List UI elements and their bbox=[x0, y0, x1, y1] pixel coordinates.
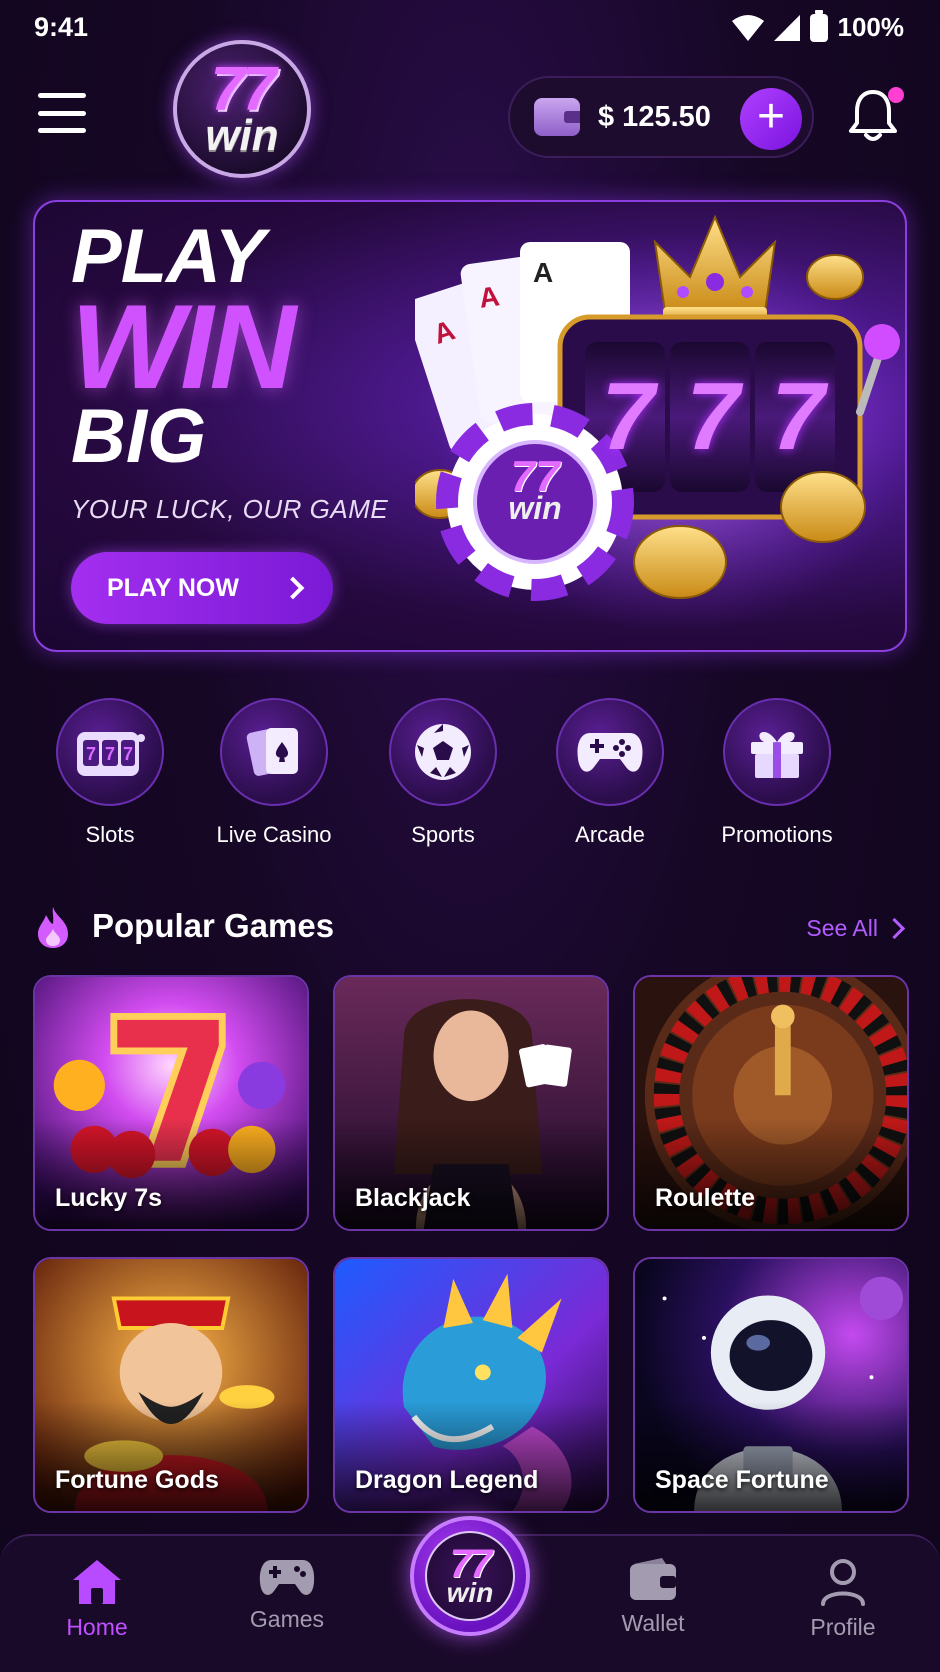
svg-text:7: 7 bbox=[86, 744, 96, 764]
section-title: Popular Games bbox=[92, 907, 335, 944]
reel-digit: 7 bbox=[771, 363, 825, 470]
wallet-icon bbox=[630, 1558, 676, 1600]
logo-word: win bbox=[205, 110, 279, 160]
status-time: 9:41 bbox=[34, 12, 89, 42]
nav-wallet[interactable]: Wallet bbox=[583, 1558, 723, 1637]
category-label: Promotions bbox=[721, 822, 833, 847]
chevron-right-icon bbox=[281, 576, 305, 600]
popular-games-header: Popular Games See All bbox=[34, 903, 906, 953]
game-title: Roulette bbox=[655, 1184, 755, 1212]
play-now-button[interactable]: PLAY NOW bbox=[71, 552, 333, 624]
game-title: Lucky 7s bbox=[55, 1184, 163, 1212]
hero-banner[interactable]: A A A 7 7 7 77 win PLAY WIN BIG YOUR LUC… bbox=[33, 200, 907, 652]
category-row: 7 7 7 Slots Live Casino Sports Arcade Pr… bbox=[0, 698, 940, 848]
game-card-dragon-legend[interactable]: Dragon Legend bbox=[333, 1257, 609, 1513]
game-card-fortune-gods[interactable]: Fortune Gods bbox=[33, 1257, 309, 1513]
game-card-space-fortune[interactable]: Space Fortune bbox=[633, 1257, 909, 1513]
nav-label: Home bbox=[66, 1614, 128, 1640]
nav-games[interactable]: Games bbox=[217, 1558, 357, 1633]
status-bar: 9:41 100% bbox=[0, 0, 940, 56]
add-funds-button[interactable]: + bbox=[740, 88, 802, 150]
game-card-lucky-7s[interactable]: Lucky 7s bbox=[33, 975, 309, 1231]
reel-digit: 7 bbox=[686, 363, 740, 470]
game-title: Blackjack bbox=[355, 1184, 471, 1212]
category-label: Arcade bbox=[575, 822, 645, 847]
hero-line-win: WIN bbox=[71, 279, 296, 414]
game-title: Fortune Gods bbox=[55, 1466, 219, 1494]
app-logo[interactable]: 77 win bbox=[173, 40, 311, 178]
balance-pill[interactable]: $ 125.50 + bbox=[508, 76, 814, 158]
nav-label: Profile bbox=[810, 1614, 876, 1640]
coin-art bbox=[806, 254, 864, 300]
playing-cards-icon bbox=[220, 698, 328, 806]
gift-icon bbox=[723, 698, 831, 806]
play-now-label: PLAY NOW bbox=[107, 573, 239, 602]
menu-icon-bar bbox=[38, 110, 86, 116]
nav-profile[interactable]: Profile bbox=[773, 1558, 913, 1641]
notification-dot bbox=[888, 87, 904, 103]
hero-headline: PLAY WIN BIG bbox=[71, 219, 296, 475]
game-title: Space Fortune bbox=[655, 1466, 829, 1494]
nav-home[interactable]: Home bbox=[27, 1558, 167, 1641]
category-live-casino[interactable]: Live Casino bbox=[194, 698, 354, 848]
reel-digit: 7 bbox=[601, 363, 655, 470]
svg-text:A: A bbox=[533, 257, 553, 288]
profile-icon bbox=[821, 1559, 865, 1606]
category-slots[interactable]: 7 7 7 Slots bbox=[30, 698, 190, 848]
category-label: Slots bbox=[85, 822, 135, 847]
category-promotions[interactable]: Promotions bbox=[697, 698, 857, 848]
menu-icon-bar bbox=[38, 93, 86, 98]
category-label: Sports bbox=[411, 822, 475, 847]
see-all-link[interactable]: See All bbox=[806, 915, 906, 942]
chip-logo-word: win bbox=[508, 490, 562, 527]
coin-art bbox=[780, 471, 866, 543]
soccer-ball-icon bbox=[389, 698, 497, 806]
menu-button[interactable] bbox=[38, 93, 86, 133]
hero-tagline: YOUR LUCK, OUR GAME bbox=[71, 494, 389, 524]
svg-text:A: A bbox=[477, 280, 501, 314]
gamepad-icon bbox=[259, 1560, 315, 1595]
category-arcade[interactable]: Arcade bbox=[530, 698, 690, 848]
game-card-roulette[interactable]: Roulette bbox=[633, 975, 909, 1231]
wallet-icon bbox=[534, 98, 580, 136]
fire-icon bbox=[38, 907, 68, 948]
category-sports[interactable]: Sports bbox=[363, 698, 523, 848]
gamepad-icon bbox=[556, 698, 664, 806]
balance-amount: $ 125.50 bbox=[598, 100, 711, 133]
battery-icon bbox=[809, 9, 828, 42]
logo-number: 77 bbox=[210, 54, 277, 124]
nav-label: Games bbox=[249, 1606, 325, 1632]
slot-machine-icon: 7 7 7 bbox=[56, 698, 164, 806]
battery-percent: 100% bbox=[837, 12, 905, 42]
svg-text:7: 7 bbox=[105, 744, 115, 764]
svg-text:7: 7 bbox=[123, 744, 133, 764]
coin-art bbox=[633, 525, 727, 599]
wifi-icon bbox=[731, 14, 764, 41]
category-label: Live Casino bbox=[216, 822, 332, 847]
slot-reels: 7 7 7 bbox=[588, 362, 868, 472]
center-logo: 77 win bbox=[425, 1531, 515, 1621]
center-logo-number: 77 bbox=[449, 1542, 492, 1587]
game-card-blackjack[interactable]: Blackjack bbox=[333, 975, 609, 1231]
center-logo-word: win bbox=[446, 1577, 494, 1609]
game-title: Dragon Legend bbox=[355, 1466, 539, 1494]
menu-icon-bar bbox=[38, 128, 86, 133]
nav-center-logo-button[interactable]: 77 win bbox=[410, 1516, 530, 1636]
nav-label: Wallet bbox=[621, 1610, 685, 1636]
status-icons: 100% bbox=[731, 9, 905, 43]
signal-icon bbox=[773, 14, 800, 41]
home-icon bbox=[73, 1560, 121, 1604]
chip-logo: 77 win bbox=[479, 454, 591, 546]
